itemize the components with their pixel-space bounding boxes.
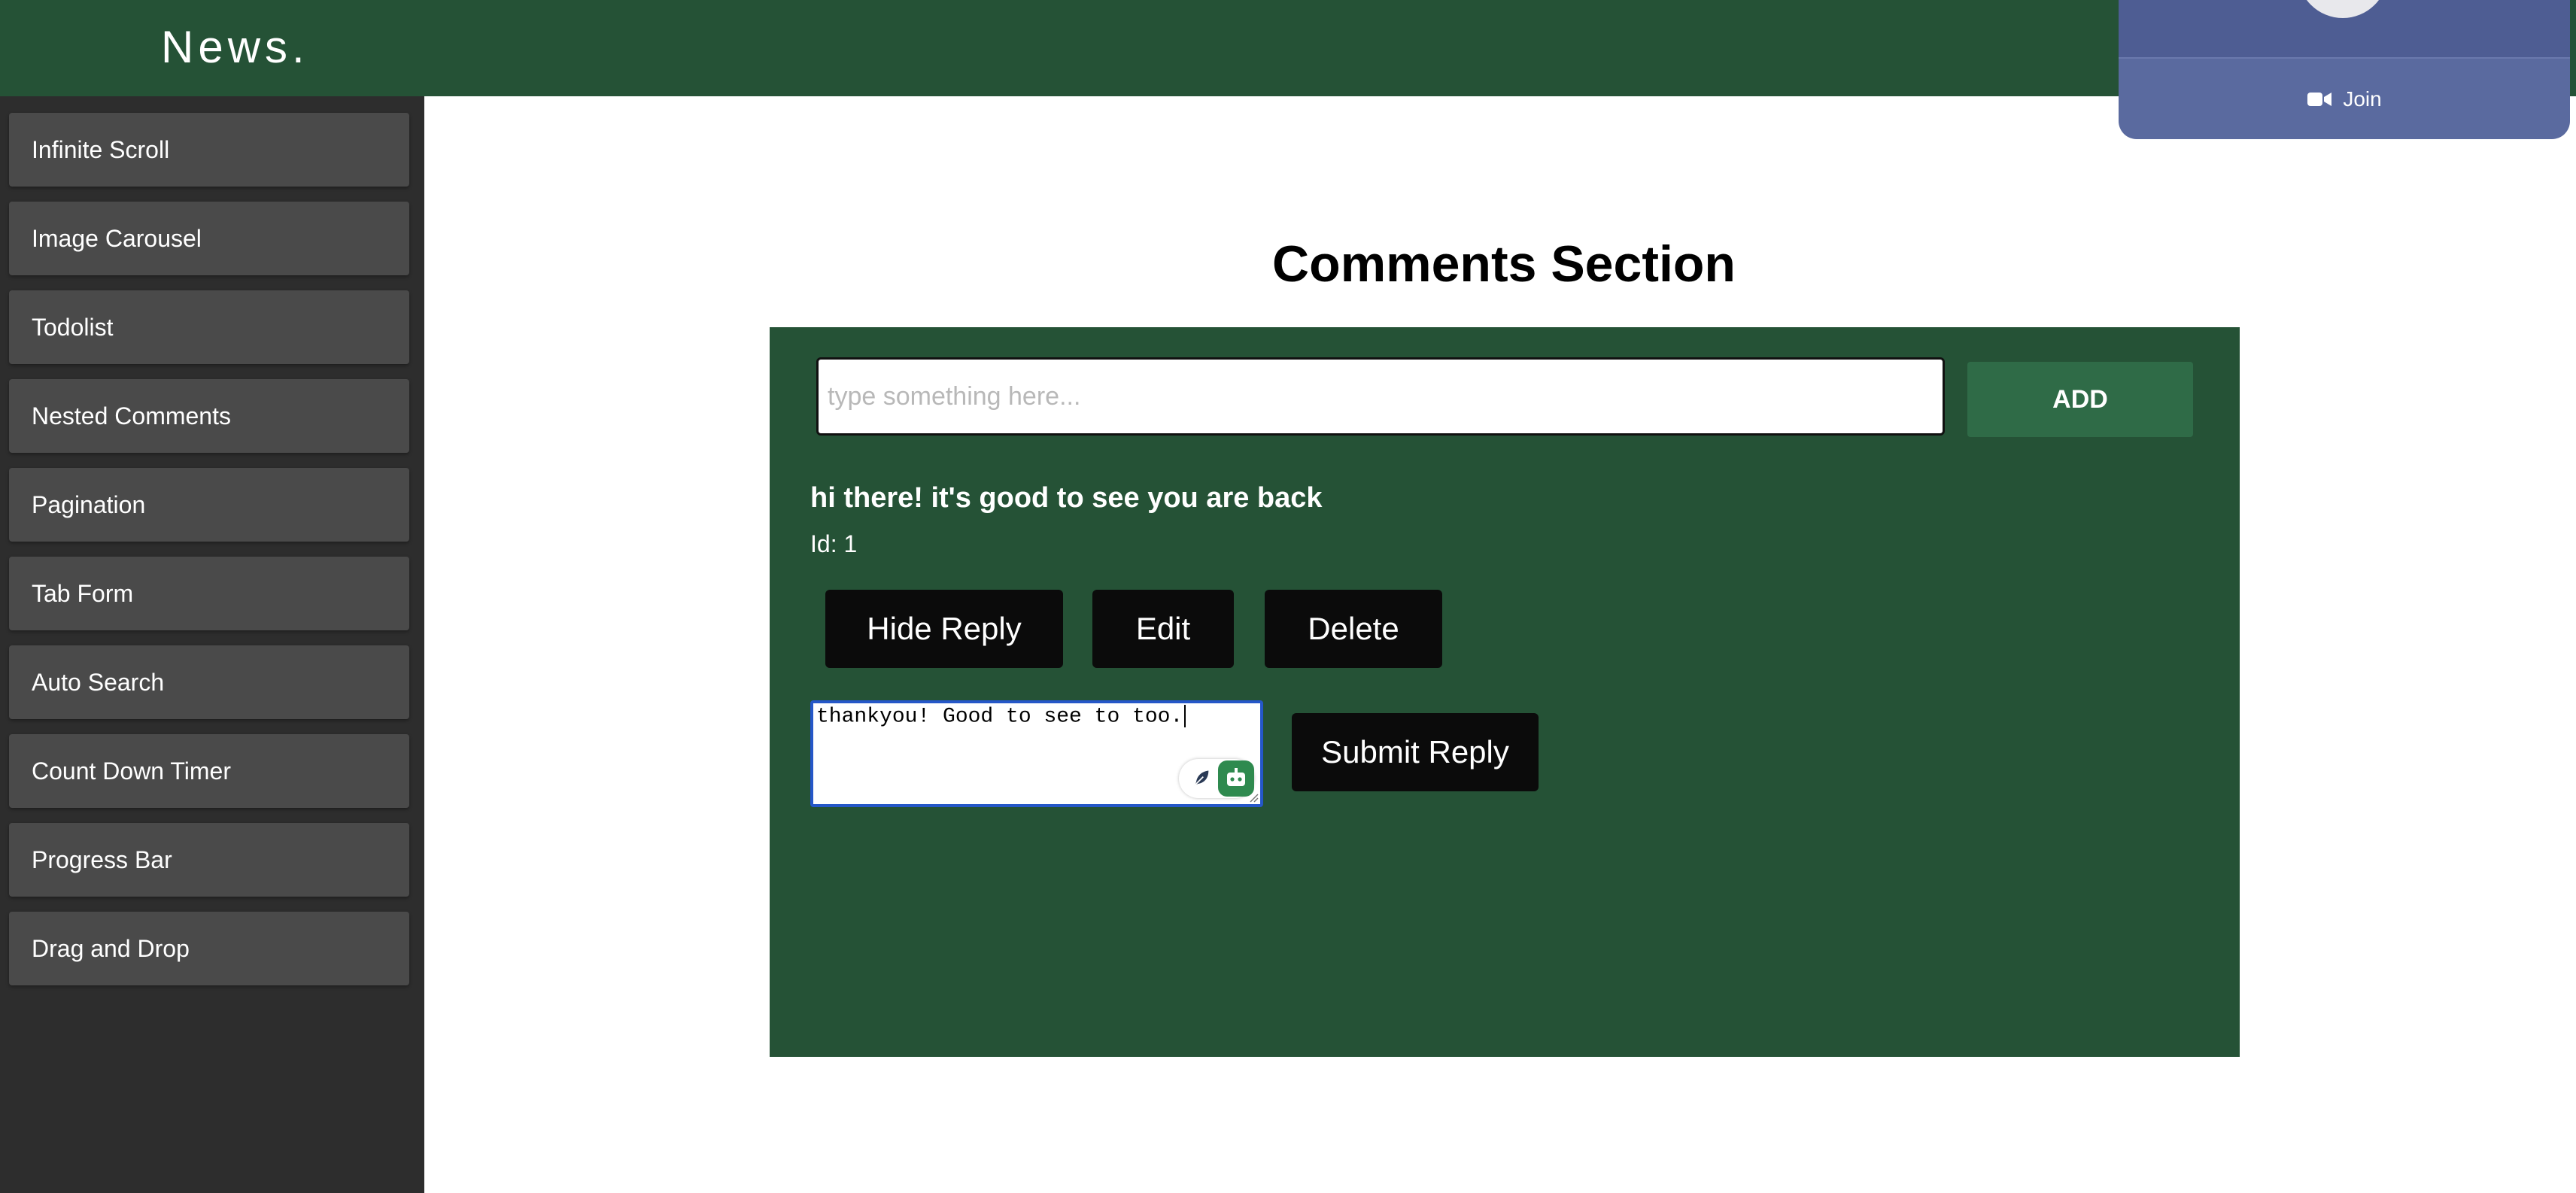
reply-text: thankyou! Good to see to too. xyxy=(816,705,1183,729)
comment-id: Id: 1 xyxy=(810,530,858,557)
feather-icon[interactable] xyxy=(1191,768,1212,789)
sidebar-item-count-down-timer[interactable]: Count Down Timer xyxy=(9,734,409,808)
sidebar-item-tab-form[interactable]: Tab Form xyxy=(9,557,409,630)
video-camera-icon xyxy=(2307,92,2332,106)
video-call-popover: Join xyxy=(2119,0,2570,139)
edit-button[interactable]: Edit xyxy=(1092,590,1234,668)
comment-text: hi there! it's good to see you are back xyxy=(810,482,1323,514)
text-caret xyxy=(1184,705,1186,727)
comments-panel: ADD hi there! it's good to see you are b… xyxy=(770,327,2240,1057)
reply-textarea[interactable]: thankyou! Good to see to too. xyxy=(810,700,1263,807)
sidebar: Infinite Scroll Image Carousel Todolist … xyxy=(0,96,424,1193)
join-call-button[interactable]: Join xyxy=(2119,59,2570,139)
sidebar-item-infinite-scroll[interactable]: Infinite Scroll xyxy=(9,113,409,187)
sidebar-item-auto-search[interactable]: Auto Search xyxy=(9,645,409,719)
bot-icon[interactable] xyxy=(1218,760,1254,797)
sidebar-item-progress-bar[interactable]: Progress Bar xyxy=(9,823,409,897)
popover-header xyxy=(2119,0,2570,59)
avatar xyxy=(2298,0,2388,18)
join-label: Join xyxy=(2343,87,2382,111)
submit-reply-button[interactable]: Submit Reply xyxy=(1292,713,1539,791)
comment-input[interactable] xyxy=(816,357,1945,436)
sidebar-item-nested-comments[interactable]: Nested Comments xyxy=(9,379,409,453)
page-title: Comments Section xyxy=(1272,235,1736,293)
resize-handle-icon[interactable] xyxy=(1248,792,1259,803)
hide-reply-button[interactable]: Hide Reply xyxy=(825,590,1063,668)
sidebar-item-pagination[interactable]: Pagination xyxy=(9,468,409,542)
sidebar-item-image-carousel[interactable]: Image Carousel xyxy=(9,202,409,275)
add-button[interactable]: ADD xyxy=(1967,362,2193,437)
sidebar-item-drag-and-drop[interactable]: Drag and Drop xyxy=(9,912,409,985)
sidebar-item-todolist[interactable]: Todolist xyxy=(9,290,409,364)
brand-logo[interactable]: News. xyxy=(161,21,309,73)
writing-tools-pill[interactable] xyxy=(1179,759,1254,798)
delete-button[interactable]: Delete xyxy=(1265,590,1442,668)
